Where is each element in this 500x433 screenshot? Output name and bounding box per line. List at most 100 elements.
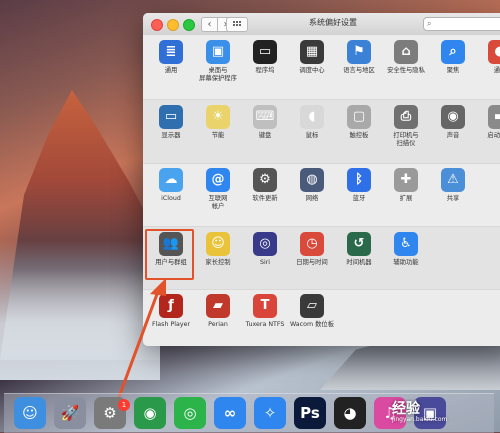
users-groups-highlight: [145, 229, 194, 280]
notifications-icon: ●: [488, 40, 500, 64]
pref-printers-scanners[interactable]: ⎙ 打印机与 扫描仪: [382, 105, 430, 148]
pref-label: Tuxera NTFS: [245, 321, 285, 328]
trackpad-icon: ▢: [347, 105, 371, 129]
pref-label: 辅助功能: [393, 259, 419, 266]
pref-label: 蓝牙: [352, 195, 366, 202]
pref-startup-disk[interactable]: ▬ 启动磁盘: [476, 105, 500, 140]
displays-icon: ▭: [159, 105, 183, 129]
desktop-screensaver-icon: ▣: [206, 40, 230, 64]
pref-label: Perian: [208, 321, 228, 328]
pref-desktop-screensaver[interactable]: ▣ 桌面与 屏幕保护程序: [194, 40, 242, 83]
watermark: 经验 jingyan.baidu.com: [392, 398, 492, 428]
pref-accessibility[interactable]: ♿ 辅助功能: [382, 232, 430, 267]
siri-icon: ◎: [253, 232, 277, 256]
pref-label: 启动磁盘: [487, 132, 500, 139]
pref-label: 桌面与 屏幕保护程序: [199, 67, 237, 82]
pref-label: Flash Player: [151, 321, 191, 328]
pref-wacom[interactable]: ▱ Wacom 数位板: [288, 294, 336, 329]
zoom-button[interactable]: [183, 19, 195, 31]
pref-language-region[interactable]: ⚑ 语言与地区: [335, 40, 383, 75]
general-icon: ≣: [159, 40, 183, 64]
pref-label: 扩展: [399, 195, 413, 202]
pref-tuxera-ntfs[interactable]: T Tuxera NTFS: [241, 294, 289, 329]
tuxera-ntfs-icon: T: [253, 294, 277, 318]
system-preferences-window: ‹ › 系统偏好设置 ⌕ ≣ 通用 ▣ 桌面与 屏幕保护程序 ▭ 程序坞 ▦ 调度中心 ⚑ 语言与…: [143, 13, 500, 346]
pref-date-time[interactable]: ◷ 日期与时间: [288, 232, 336, 267]
parental-controls-icon: ☺: [206, 232, 230, 256]
pref-extensions[interactable]: ✚ 扩展: [382, 168, 430, 203]
mouse-icon: ◖: [300, 105, 324, 129]
pref-label: 打印机与 扫描仪: [393, 132, 419, 147]
minimize-button[interactable]: [167, 19, 179, 31]
pref-label: 触控板: [349, 132, 369, 139]
startup-disk-icon: ▬: [488, 105, 500, 129]
pref-label: 显示器: [161, 132, 181, 139]
pref-energy-saver[interactable]: ☀ 节能: [194, 105, 242, 140]
pref-label: 共享: [446, 195, 460, 202]
icloud-icon: ☁: [159, 168, 183, 192]
spotlight-icon: ⌕: [441, 40, 465, 64]
pref-mission-control[interactable]: ▦ 调度中心: [288, 40, 336, 75]
pref-label: 节能: [211, 132, 225, 139]
sound-icon: ◉: [441, 105, 465, 129]
dock-chrome-icon[interactable]: ◉: [134, 397, 166, 429]
perian-icon: ▰: [206, 294, 230, 318]
pref-trackpad[interactable]: ▢ 触控板: [335, 105, 383, 140]
dock-launchpad-icon[interactable]: 🚀: [54, 397, 86, 429]
search-icon: ⌕: [427, 19, 432, 28]
pref-mouse[interactable]: ◖ 鼠标: [288, 105, 336, 140]
sharing-icon: ⚠: [441, 168, 465, 192]
show-all-grid-button[interactable]: [226, 17, 248, 32]
dock-baidu-netdisk-icon[interactable]: ∞: [214, 397, 246, 429]
pref-label: 通用: [164, 67, 178, 74]
pref-parental-controls[interactable]: ☺ 家长控制: [194, 232, 242, 267]
pref-time-machine[interactable]: ↺ 时间机器: [335, 232, 383, 267]
pref-bluetooth[interactable]: ᛒ 蓝牙: [335, 168, 383, 203]
flash-player-icon: ƒ: [159, 294, 183, 318]
pref-dock[interactable]: ▭ 程序坞: [241, 40, 289, 75]
watermark-text: 经验: [392, 401, 420, 417]
update-badge: 1: [118, 399, 130, 411]
close-button[interactable]: [151, 19, 163, 31]
pref-notifications[interactable]: ● 通知: [476, 40, 500, 75]
dock-safari-icon[interactable]: ✧: [254, 397, 286, 429]
dock-qq-icon[interactable]: ◕: [334, 397, 366, 429]
accessibility-icon: ♿: [394, 232, 418, 256]
pref-spotlight[interactable]: ⌕ 聚焦: [429, 40, 477, 75]
pref-label: 调度中心: [299, 67, 325, 74]
pref-label: 软件更新: [252, 195, 278, 202]
dock-finder-icon[interactable]: ☺: [14, 397, 46, 429]
pref-security-privacy[interactable]: ⌂ 安全性与隐私: [382, 40, 430, 75]
watermark-url: jingyan.baidu.com: [392, 416, 448, 423]
pref-network[interactable]: ◍ 网络: [288, 168, 336, 203]
pref-label: 时间机器: [346, 259, 372, 266]
pref-keyboard[interactable]: ⌨ 键盘: [241, 105, 289, 140]
pref-label: Siri: [259, 259, 271, 266]
pref-siri[interactable]: ◎ Siri: [241, 232, 289, 267]
network-icon: ◍: [300, 168, 324, 192]
pref-displays[interactable]: ▭ 显示器: [147, 105, 195, 140]
pref-internet-accounts[interactable]: @ 互联网 帐户: [194, 168, 242, 211]
pref-label: 安全性与隐私: [387, 67, 425, 74]
back-button[interactable]: ‹: [201, 17, 218, 32]
window-title: 系统偏好设置: [309, 18, 357, 27]
time-machine-icon: ↺: [347, 232, 371, 256]
energy-saver-icon: ☀: [206, 105, 230, 129]
dock-wechat-icon[interactable]: ◎: [174, 397, 206, 429]
pref-perian[interactable]: ▰ Perian: [194, 294, 242, 329]
search-field[interactable]: ⌕: [423, 17, 500, 31]
internet-accounts-icon: @: [206, 168, 230, 192]
pref-general[interactable]: ≣ 通用: [147, 40, 195, 75]
pref-label: 语言与地区: [343, 67, 375, 74]
pref-flash-player[interactable]: ƒ Flash Player: [147, 294, 195, 329]
pref-sharing[interactable]: ⚠ 共享: [429, 168, 477, 203]
pref-icloud[interactable]: ☁ iCloud: [147, 168, 195, 203]
pref-label: 程序坞: [255, 67, 275, 74]
wacom-icon: ▱: [300, 294, 324, 318]
pref-software-update[interactable]: ⚙ 软件更新: [241, 168, 289, 203]
pref-sound[interactable]: ◉ 声音: [429, 105, 477, 140]
mission-control-icon: ▦: [300, 40, 324, 64]
pref-label: 日期与时间: [296, 259, 328, 266]
pref-label: 网络: [305, 195, 319, 202]
dock-photoshop-icon[interactable]: Ps: [294, 397, 326, 429]
